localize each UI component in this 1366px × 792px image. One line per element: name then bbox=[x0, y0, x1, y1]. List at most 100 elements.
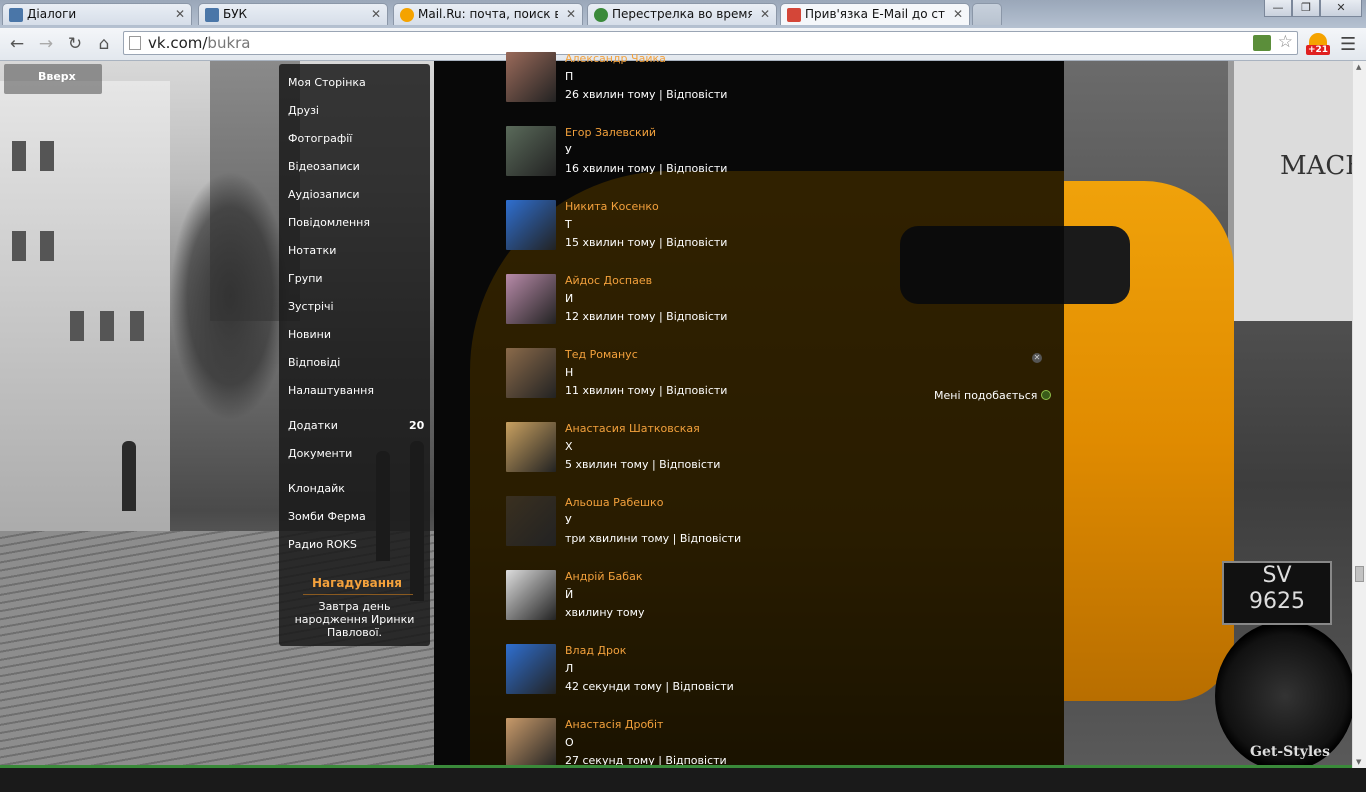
reply-meta: 15 хвилин тому | Відповісти bbox=[565, 236, 727, 249]
tab-title: БУК bbox=[223, 7, 248, 21]
menu-item-photos[interactable]: Фотографії bbox=[288, 132, 352, 145]
menu-item-zombie-farm[interactable]: Зомби Ферма bbox=[288, 510, 366, 523]
tab-dialogs[interactable]: Діалоги ✕ bbox=[2, 3, 192, 25]
reply-link[interactable]: | Відповісти bbox=[652, 458, 720, 471]
avatar[interactable] bbox=[506, 200, 556, 250]
menu-item-radio-roks[interactable]: Радио ROKS bbox=[288, 538, 357, 551]
timestamp-link[interactable]: 26 хвилин тому bbox=[565, 88, 655, 101]
tab-close-icon[interactable]: ✕ bbox=[760, 4, 770, 24]
tab-title: Діалоги bbox=[27, 7, 77, 21]
reply-link[interactable]: | Відповісти bbox=[659, 384, 727, 397]
timestamp-link[interactable]: 16 хвилин тому bbox=[565, 162, 655, 175]
reply-link[interactable]: | Відповісти bbox=[673, 532, 741, 545]
reply-link[interactable]: | Відповісти bbox=[665, 680, 733, 693]
menu-item-events[interactable]: Зустрічі bbox=[288, 300, 334, 313]
close-icon[interactable]: ✕ bbox=[1032, 353, 1042, 363]
menu-item-my-page[interactable]: Моя Сторінка bbox=[288, 76, 366, 89]
author-name-link[interactable]: Никита Косенко bbox=[565, 200, 659, 213]
menu-item-friends[interactable]: Друзі bbox=[288, 104, 319, 117]
left-sidebar-menu: Моя Сторінка Друзі Фотографії Відеозапис… bbox=[279, 64, 430, 646]
tab-mailru[interactable]: Mail.Ru: почта, поиск в и ✕ bbox=[393, 3, 583, 25]
url-path: bukra bbox=[207, 34, 251, 52]
avatar[interactable] bbox=[506, 52, 556, 102]
reply-link[interactable]: | Відповісти bbox=[659, 88, 727, 101]
close-window-button[interactable]: ✕ bbox=[1320, 0, 1362, 17]
reply-text: Н bbox=[565, 366, 574, 379]
tab-close-icon[interactable]: ✕ bbox=[566, 4, 576, 24]
tab-news[interactable]: Перестрелка во время п ✕ bbox=[587, 3, 777, 25]
tab-buk[interactable]: БУК ✕ bbox=[198, 3, 388, 25]
feed-item: Влад Дрок Л 42 секунди тому | Відповісти bbox=[506, 644, 1066, 718]
menu-item-settings[interactable]: Налаштування bbox=[288, 384, 374, 397]
tab-close-icon[interactable]: ✕ bbox=[953, 4, 963, 24]
author-name-link[interactable]: Анастасія Дробіт bbox=[565, 718, 663, 731]
timestamp-link[interactable]: хвилину тому bbox=[565, 606, 644, 619]
timestamp-link[interactable]: 15 хвилин тому bbox=[565, 236, 655, 249]
avatar[interactable] bbox=[506, 126, 556, 176]
timestamp-link[interactable]: 42 секунди тому bbox=[565, 680, 662, 693]
scroll-down-arrow-icon[interactable]: ▼ bbox=[1356, 758, 1361, 766]
chrome-menu-icon[interactable]: ☰ bbox=[1340, 34, 1356, 55]
avatar[interactable] bbox=[506, 496, 556, 546]
menu-item-messages[interactable]: Повідомлення bbox=[288, 216, 370, 229]
maximize-button[interactable]: ❐ bbox=[1292, 0, 1320, 17]
author-name-link[interactable]: Анастасия Шатковская bbox=[565, 422, 700, 435]
author-name-link[interactable]: Альоша Рабешко bbox=[565, 496, 663, 509]
menu-item-audio[interactable]: Аудіозаписи bbox=[288, 188, 360, 201]
reply-link[interactable]: | Відповісти bbox=[659, 162, 727, 175]
back-arrow-icon[interactable]: ← bbox=[6, 33, 28, 55]
reply-link[interactable]: | Відповісти bbox=[659, 310, 727, 323]
menu-item-videos[interactable]: Відеозаписи bbox=[288, 160, 360, 173]
home-icon[interactable]: ⌂ bbox=[93, 33, 115, 55]
timestamp-link[interactable]: 5 хвилин тому bbox=[565, 458, 648, 471]
reply-text: У bbox=[565, 144, 572, 157]
bookmark-star-icon[interactable]: ☆ bbox=[1278, 32, 1293, 52]
timestamp-link[interactable]: 11 хвилин тому bbox=[565, 384, 655, 397]
menu-item-news[interactable]: Новини bbox=[288, 328, 331, 341]
avatar[interactable] bbox=[506, 570, 556, 620]
menu-item-klondike[interactable]: Клондайк bbox=[288, 482, 345, 495]
author-name-link[interactable]: Тед Романус bbox=[565, 348, 638, 361]
scroll-up-label: Вверх bbox=[38, 70, 76, 83]
reply-meta: 26 хвилин тому | Відповісти bbox=[565, 88, 727, 101]
avatar[interactable] bbox=[506, 718, 556, 768]
tab-close-icon[interactable]: ✕ bbox=[371, 4, 381, 24]
extension-icon[interactable] bbox=[1253, 35, 1271, 51]
minimize-button[interactable]: — bbox=[1264, 0, 1292, 17]
new-tab-button[interactable] bbox=[972, 3, 1002, 25]
avatar[interactable] bbox=[506, 274, 556, 324]
author-name-link[interactable]: Влад Дрок bbox=[565, 644, 626, 657]
forward-arrow-icon[interactable]: → bbox=[35, 33, 57, 55]
mail-notifier-button[interactable]: +21 bbox=[1306, 33, 1331, 57]
reply-meta: 5 хвилин тому | Відповісти bbox=[565, 458, 720, 471]
avatar[interactable] bbox=[506, 422, 556, 472]
tab-close-icon[interactable]: ✕ bbox=[175, 4, 185, 24]
menu-item-documents[interactable]: Документи bbox=[288, 447, 352, 460]
menu-item-replies[interactable]: Відповіді bbox=[288, 356, 340, 369]
like-button[interactable]: Мені подобається bbox=[934, 389, 1052, 402]
vk-favicon-icon bbox=[9, 8, 23, 22]
author-name-link[interactable]: Айдос Доспаев bbox=[565, 274, 652, 287]
author-name-link[interactable]: Егор Залевский bbox=[565, 126, 656, 139]
page-scrollbar[interactable]: ▲ ▼ bbox=[1352, 61, 1366, 768]
author-name-link[interactable]: Андрій Бабак bbox=[565, 570, 642, 583]
reply-text: Й bbox=[565, 588, 574, 601]
author-name-link[interactable]: Александр Чайка bbox=[565, 52, 666, 65]
scroll-up-arrow-icon[interactable]: ▲ bbox=[1356, 63, 1361, 71]
avatar[interactable] bbox=[506, 644, 556, 694]
menu-item-groups[interactable]: Групи bbox=[288, 272, 323, 285]
timestamp-link[interactable]: три хвилини тому bbox=[565, 532, 669, 545]
tab-gmail[interactable]: Прив'язка E-Mail до стор ✕ bbox=[780, 3, 970, 25]
background-license-plate: SV 9625 bbox=[1222, 561, 1332, 625]
avatar[interactable] bbox=[506, 348, 556, 398]
scrollbar-thumb[interactable] bbox=[1355, 566, 1364, 582]
menu-item-apps[interactable]: Додатки 20 bbox=[288, 419, 428, 432]
reload-icon[interactable]: ↻ bbox=[64, 33, 86, 55]
tab-title: Перестрелка во время п bbox=[612, 7, 752, 21]
scroll-up-button[interactable]: Вверх bbox=[4, 64, 102, 94]
menu-item-notes[interactable]: Нотатки bbox=[288, 244, 336, 257]
url-text[interactable]: vk.com/bukra bbox=[148, 34, 251, 52]
reply-link[interactable]: | Відповісти bbox=[659, 236, 727, 249]
menu-item-apps-label: Додатки bbox=[288, 419, 338, 432]
timestamp-link[interactable]: 12 хвилин тому bbox=[565, 310, 655, 323]
